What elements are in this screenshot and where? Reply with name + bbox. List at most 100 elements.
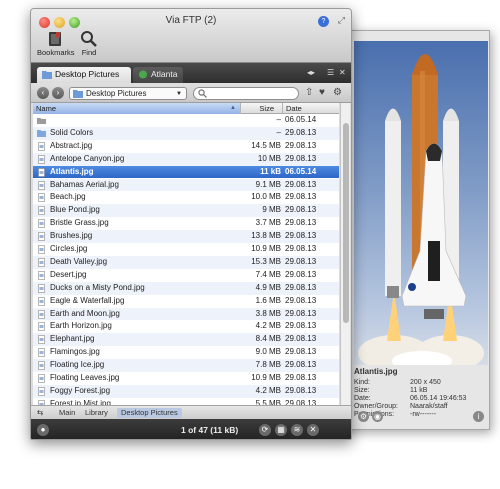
eye-icon[interactable]: ◉ bbox=[372, 411, 383, 422]
vertical-scrollbar[interactable] bbox=[340, 103, 350, 405]
table-row[interactable]: Floating Ice.jpg 7.8 MB 29.08.13 bbox=[33, 359, 339, 372]
table-row[interactable]: Brushes.jpg 13.8 MB 29.08.13 bbox=[33, 230, 339, 243]
table-row[interactable]: Ducks on a Misty Pond.jpg 4.9 MB 29.08.13 bbox=[33, 281, 339, 295]
fullscreen-icon[interactable]: ⤢ bbox=[338, 15, 345, 26]
file-date: 29.08.13 bbox=[285, 321, 317, 331]
preview-file-name: Atlantis.jpg bbox=[354, 367, 398, 376]
image-file-icon bbox=[38, 322, 45, 332]
file-size: 10.9 MB bbox=[251, 373, 281, 382]
preview-field-value: 11 kB bbox=[410, 387, 428, 394]
upload-icon[interactable]: ⇧ bbox=[305, 87, 313, 98]
column-size[interactable]: Size bbox=[241, 103, 283, 114]
back-button[interactable]: ‹ bbox=[37, 87, 49, 99]
table-row[interactable]: Solid Colors –29.08.13 bbox=[33, 126, 339, 140]
table-row[interactable]: Forest in Mist.jpg 5.5 MB 29.08.13 bbox=[33, 398, 339, 405]
table-row[interactable]: Flamingos.jpg 9.0 MB 29.08.13 bbox=[33, 346, 339, 359]
breadcrumb: ⇆ Main Library Desktop Pictures bbox=[31, 405, 351, 419]
table-row[interactable]: Bahamas Aerial.jpg 9.1 MB 29.08.13 bbox=[33, 178, 339, 192]
table-row[interactable]: Earth Horizon.jpg 4.2 MB 29.08.13 bbox=[33, 320, 339, 333]
breadcrumb-item[interactable]: Main bbox=[59, 408, 75, 418]
breadcrumb-icon[interactable]: ⇆ bbox=[37, 408, 43, 418]
image-file-icon bbox=[38, 258, 45, 267]
table-row[interactable]: Beach.jpg 10.0 MB 29.08.13 bbox=[33, 191, 339, 204]
file-date: 06.05.14 bbox=[285, 166, 317, 176]
file-date: 29.08.13 bbox=[285, 218, 317, 228]
folder-icon bbox=[37, 129, 46, 137]
column-name[interactable]: Name ▲ bbox=[33, 103, 241, 114]
gear-icon[interactable]: ⚙ bbox=[358, 411, 369, 422]
scrollbar-thumb[interactable] bbox=[343, 123, 349, 323]
selection-count: 1 of 47 (11 kB) bbox=[181, 425, 239, 435]
bookmarks-button[interactable]: Bookmarks bbox=[37, 31, 75, 57]
view-mode-icon[interactable]: ▦ bbox=[275, 424, 287, 436]
table-row[interactable]: Antelope Canyon.jpg 10 MB 29.08.13 bbox=[33, 152, 339, 166]
image-file-icon bbox=[38, 167, 45, 177]
file-date: 29.08.13 bbox=[285, 295, 317, 305]
preview-field-value: Naarak/staff bbox=[410, 403, 448, 410]
file-name: Antelope Canyon.jpg bbox=[50, 153, 125, 163]
image-file-icon bbox=[38, 348, 45, 357]
file-name: Bristle Grass.jpg bbox=[50, 218, 109, 228]
file-name: Solid Colors bbox=[50, 127, 94, 137]
image-file-icon bbox=[38, 374, 45, 383]
table-row[interactable]: Floating Leaves.jpg 10.9 MB 29.08.13 bbox=[33, 372, 339, 385]
file-list[interactable]: .. –06.05.14 Solid Colors –29.08.13 Abstract… bbox=[33, 114, 339, 405]
find-button[interactable]: Find bbox=[77, 31, 101, 57]
column-name-label: Name bbox=[36, 104, 57, 113]
bookmarks-label: Bookmarks bbox=[37, 48, 75, 57]
file-date: 29.08.13 bbox=[285, 334, 317, 344]
table-row[interactable]: Elephant.jpg 8.4 MB 29.08.13 bbox=[33, 333, 339, 347]
table-row[interactable]: Desert.jpg 7.4 MB 29.08.13 bbox=[33, 269, 339, 282]
file-size: – bbox=[276, 115, 281, 124]
tab-back-icon[interactable]: ◂▸ bbox=[307, 68, 315, 77]
forward-button[interactable]: › bbox=[52, 87, 64, 99]
file-date: 29.08.13 bbox=[285, 360, 317, 370]
info-icon[interactable]: i bbox=[473, 411, 484, 422]
image-file-icon bbox=[38, 206, 45, 216]
find-label: Find bbox=[81, 48, 97, 57]
breadcrumb-item[interactable]: Library bbox=[85, 408, 108, 418]
file-name: Death Valley.jpg bbox=[50, 256, 108, 266]
file-size: 10 MB bbox=[257, 153, 281, 163]
refresh-icon[interactable]: ⟳ bbox=[259, 424, 271, 436]
search-field[interactable] bbox=[193, 87, 299, 100]
file-size: 5.5 MB bbox=[255, 398, 281, 405]
search-icon bbox=[198, 89, 207, 98]
tab-close-icon[interactable]: ✕ bbox=[339, 68, 346, 77]
file-size: 15.3 MB bbox=[251, 256, 281, 266]
breadcrumb-item-current[interactable]: Desktop Pictures bbox=[117, 408, 182, 418]
file-name: Floating Leaves.jpg bbox=[50, 373, 120, 382]
sort-ascending-icon: ▲ bbox=[230, 105, 236, 111]
tab-atlanta[interactable]: Atlanta bbox=[133, 67, 183, 83]
table-row[interactable]: Atlantis.jpg 11 kB 06.05.14 bbox=[33, 165, 339, 179]
file-date: 06.05.14 bbox=[285, 115, 317, 124]
file-date: 29.08.13 bbox=[285, 179, 317, 189]
file-date: 29.08.13 bbox=[285, 269, 317, 279]
file-size: 7.4 MB bbox=[255, 269, 281, 279]
file-date: 29.08.13 bbox=[285, 398, 317, 405]
folder-popup[interactable]: Desktop Pictures ▼ bbox=[69, 87, 187, 100]
image-file-icon bbox=[38, 232, 45, 241]
stop-icon[interactable]: ✕ bbox=[307, 424, 319, 436]
table-row[interactable]: Foggy Forest.jpg 4.2 MB 29.08.13 bbox=[33, 384, 339, 398]
table-row[interactable]: Bristle Grass.jpg 3.7 MB 29.08.13 bbox=[33, 217, 339, 230]
table-row[interactable]: .. –06.05.14 bbox=[33, 114, 339, 127]
table-row[interactable]: Blue Pond.jpg 9 MB 29.08.13 bbox=[33, 204, 339, 218]
column-date[interactable]: Date bbox=[283, 103, 339, 114]
action-icon[interactable]: ⚙ bbox=[333, 87, 342, 98]
column-header: Name ▲ Size Date bbox=[33, 103, 339, 114]
table-row[interactable]: Abstract.jpg 14.5 MB 29.08.13 bbox=[33, 140, 339, 153]
table-row[interactable]: Death Valley.jpg 15.3 MB 29.08.13 bbox=[33, 255, 339, 269]
help-badge-icon[interactable]: ? bbox=[318, 16, 329, 27]
favorite-icon[interactable]: ♥ bbox=[319, 87, 325, 98]
table-row[interactable]: Circles.jpg 10.9 MB 29.08.13 bbox=[33, 243, 339, 256]
tab-desktop-pictures[interactable]: Desktop Pictures bbox=[37, 67, 131, 83]
table-row[interactable]: Eagle & Waterfall.jpg 1.6 MB 29.08.13 bbox=[33, 295, 339, 308]
tab-list-icon[interactable]: ☰ bbox=[327, 68, 334, 77]
file-size: 10.0 MB bbox=[251, 192, 281, 202]
settings-icon[interactable]: ● bbox=[37, 424, 49, 436]
table-row[interactable]: Earth and Moon.jpg 3.8 MB 29.08.13 bbox=[33, 307, 339, 321]
path-bar: ‹ › Desktop Pictures ▼ ⇧ ♥ ⚙ bbox=[31, 83, 351, 103]
connection-icon[interactable]: ≋ bbox=[291, 424, 303, 436]
preview-footer: ⚙ ◉ i bbox=[354, 411, 488, 423]
